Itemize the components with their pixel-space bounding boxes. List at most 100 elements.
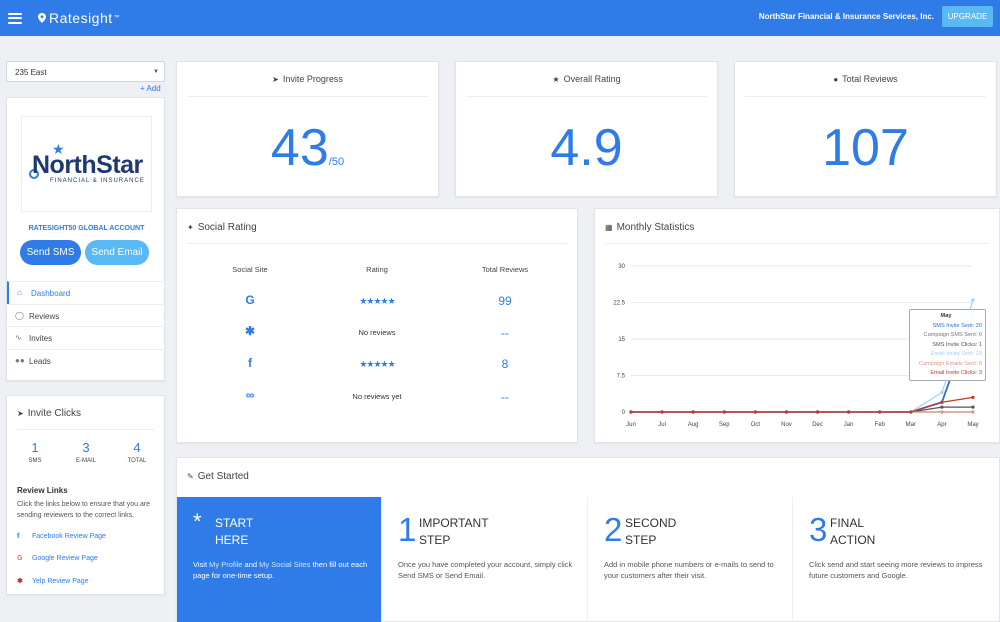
invite-progress-count: 43 [270, 119, 329, 177]
my-profile-link[interactable]: My Profile [209, 560, 242, 569]
rating-stars: ★★★★★ [359, 296, 395, 306]
x-tick-label: Jul [658, 422, 666, 428]
brand-logo[interactable]: Ratesight ™ [38, 10, 120, 26]
facebook-review-link[interactable]: f Facebook Review Page [17, 533, 106, 540]
step-body: Click send and start seeing more reviews… [809, 560, 983, 580]
column-header-site: Social Site [232, 265, 268, 274]
y-tick-label: 15 [618, 337, 625, 343]
x-tick-label: Mar [906, 422, 916, 428]
caret-down-icon: ▼ [153, 69, 159, 75]
data-point [815, 410, 820, 414]
tooltip-line: Campaign SMS Sent: 0 [923, 332, 982, 338]
send-sms-button[interactable]: Send SMS [20, 240, 81, 265]
total-reviews-title-text: Total Reviews [842, 74, 898, 84]
company-name: NorthStar Financial & Insurance Services… [758, 12, 934, 21]
column-header-total-reviews: Total Reviews [481, 265, 529, 274]
review-count: 8 [501, 357, 509, 371]
divider [187, 96, 428, 97]
share-icon: ✦ [187, 223, 194, 232]
chart-tooltip: May SMS Invite Sent: 20 Campaign SMS Sent… [909, 309, 986, 381]
x-tick-label: May [967, 422, 978, 428]
star-icon: ★ [552, 75, 560, 84]
google-icon: G [17, 555, 23, 562]
sidebar-item-invites[interactable]: ∿ Invites [7, 326, 166, 349]
speech-bubble-icon: ● [833, 75, 839, 84]
paper-plane-icon: ➤ [272, 75, 279, 84]
tooltip-month: May [940, 313, 952, 319]
company-logo: ★ NorthStar FINANCIAL & INSURANCE [21, 116, 152, 212]
tooltip-line: SMS Invite Sent: 20 [932, 322, 982, 329]
invite-progress-value: 43/50 [177, 118, 438, 178]
tooltip-line: Email Invite Clicks: 3 [930, 370, 982, 376]
google-review-link-label: Google Review Page [32, 555, 98, 562]
social-rating-card: ✦ Social Rating Social Site Rating Total … [176, 208, 578, 443]
total-reviews-title: ● Total Reviews [735, 74, 996, 84]
sidebar-item-reviews[interactable]: ◯ Reviews [7, 303, 166, 327]
sidebar-item-leads[interactable]: ●● Leads [7, 348, 166, 372]
yelp-review-link-label: Yelp Review Page [32, 578, 89, 585]
yelp-review-link[interactable]: ✱ Yelp Review Page [17, 577, 89, 585]
data-point [940, 400, 944, 404]
step-heading: START HERE [215, 515, 253, 549]
sidebar-nav: ⌂ Dashboard ◯ Reviews ∿ Invites ●● Leads [7, 281, 166, 371]
yelp-icon: ✱ [244, 324, 256, 338]
data-point [971, 410, 975, 414]
review-count: -- [501, 390, 509, 404]
divider [745, 96, 986, 97]
hamburger-menu-icon[interactable] [8, 12, 22, 24]
send-email-button[interactable]: Send Email [85, 240, 149, 265]
get-started-title: ✎ Get Started [187, 471, 249, 482]
top-bar: Ratesight ™ NorthStar Financial & Insuran… [0, 0, 1000, 36]
social-rating-title-text: Social Rating [197, 222, 257, 233]
get-started-card: ✎ Get Started * START HERE Visit My Profil… [176, 457, 1000, 622]
invite-progress-title: ➤ Invite Progress [177, 74, 438, 84]
sidebar-item-label: Reviews [29, 311, 60, 321]
step-heading: SECOND STEP [625, 515, 676, 549]
x-tick-label: Jan [844, 422, 854, 428]
rating-text: No reviews yet [352, 392, 402, 401]
comment-icon: ◯ [15, 310, 24, 320]
data-point [722, 410, 726, 414]
data-point [940, 410, 944, 414]
x-tick-label: Oct [751, 422, 761, 428]
sidebar-item-label: Dashboard [31, 289, 71, 298]
data-point [971, 395, 975, 399]
stat-label: SMS [28, 458, 42, 464]
step-heading-line: FINAL [830, 516, 865, 530]
x-tick-label: Jun [626, 422, 636, 428]
data-point [847, 410, 851, 414]
tooltip-line: SMS Invite Clicks: 1 [932, 341, 982, 348]
google-review-link[interactable]: G Google Review Page [17, 555, 98, 562]
tooltip-line: Email Invite Sent: 23 [930, 351, 982, 357]
my-social-sites-link[interactable]: My Social Sites [259, 560, 310, 569]
step-start-here: * START HERE Visit My Profile and My Soci… [177, 497, 382, 622]
overall-rating-title: ★ Overall Rating [456, 74, 717, 84]
step-heading-line: SECOND [625, 516, 677, 530]
invite-progress-goal: /50 [328, 156, 345, 168]
rating-text: No reviews [358, 328, 396, 337]
invite-clicks-title: ➤ Invite Clicks [17, 408, 81, 419]
data-point [909, 410, 913, 414]
stat-value: 3 [82, 440, 90, 455]
line-chart-icon: ∿ [15, 333, 22, 342]
sidebar-item-dashboard[interactable]: ⌂ Dashboard [7, 281, 166, 304]
x-tick-label: Sep [719, 422, 730, 428]
location-select[interactable]: 235 East ▼ [6, 61, 165, 82]
upgrade-button[interactable]: UPGRADE [942, 6, 993, 27]
data-point [691, 410, 695, 414]
data-point [784, 410, 789, 414]
stat-value: 4 [133, 440, 141, 455]
data-point [940, 405, 944, 409]
invite-clicks-title-text: Invite Clicks [27, 408, 82, 419]
y-tick-label: 7.5 [617, 374, 626, 380]
overall-rating-card: ★ Overall Rating 4.9 [455, 61, 718, 197]
step-number: 2 [604, 511, 623, 548]
edit-icon: ✎ [187, 472, 194, 481]
stat-value: 1 [31, 440, 39, 455]
x-tick-label: Apr [937, 422, 946, 428]
stat-sms: 1 SMS [15, 440, 55, 464]
step-body-text: Visit [193, 560, 210, 569]
add-location-link[interactable]: + Add [140, 84, 161, 93]
facebook-review-link-label: Facebook Review Page [32, 533, 106, 540]
data-point [971, 405, 975, 409]
